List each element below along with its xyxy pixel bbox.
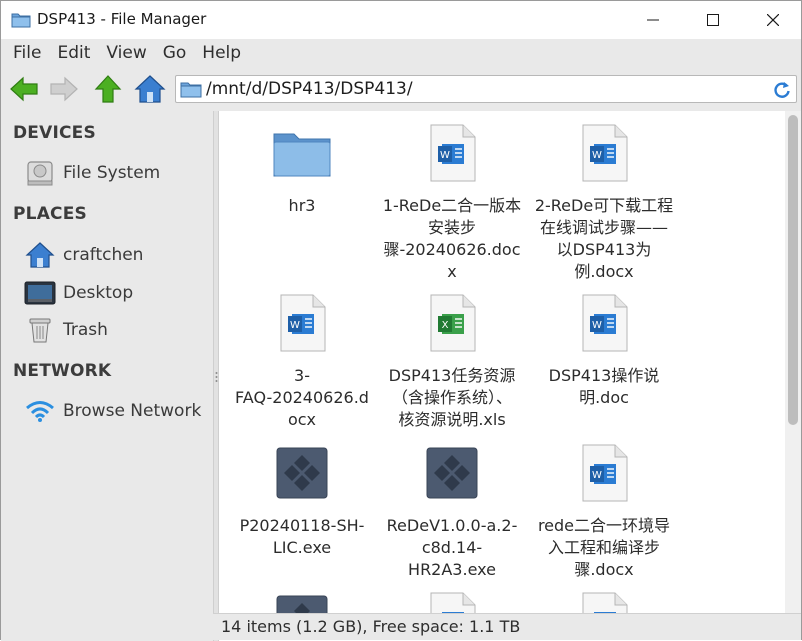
trash-icon (23, 314, 57, 346)
reload-icon[interactable] (772, 80, 792, 100)
desktop-icon (23, 277, 57, 309)
menu-bar: File Edit View Go Help (1, 39, 801, 67)
wifi-icon (23, 395, 57, 427)
toolbar: /mnt/d/DSP413/DSP413/ (1, 67, 801, 111)
word-document-icon: W (270, 291, 334, 355)
folder-icon (270, 121, 334, 185)
minimize-icon (647, 19, 659, 21)
sidebar-header-devices: DEVICES (13, 123, 96, 143)
file-icon-view: hr3 W 1-ReDe二合一版本 安装步 骤-20240626.doc x W 2-R… (219, 111, 785, 613)
menu-help[interactable]: Help (194, 43, 249, 63)
file-name: P20240118-SH- LIC.exe (239, 516, 365, 557)
sidebar-item-craftchen[interactable]: craftchen (23, 239, 209, 271)
sidebar-item-browse-network[interactable]: Browse Network (23, 395, 209, 427)
word-document-icon: W (572, 589, 636, 613)
file-item[interactable] (227, 589, 377, 613)
sidebar-item-label: Desktop (63, 283, 134, 303)
file-item[interactable]: ReDeV1.0.0-a.2- c8d.14- HR2A3.exe (377, 441, 527, 581)
menu-view[interactable]: View (98, 43, 154, 63)
maximize-icon (707, 14, 719, 26)
close-button[interactable] (743, 1, 802, 39)
file-item[interactable]: W (377, 589, 527, 613)
location-folder-icon (180, 81, 202, 98)
file-name: DSP413任务资源 （含操作系统）、 核资源说明.xls (388, 366, 516, 429)
file-item[interactable]: Wrede二合一环境导 入工程和编译步 骤.docx (529, 441, 679, 581)
file-name: 1-ReDe二合一版本 安装步 骤-20240626.doc x (382, 196, 522, 281)
menu-edit[interactable]: Edit (49, 43, 98, 63)
location-bar[interactable]: /mnt/d/DSP413/DSP413/ (175, 75, 797, 103)
status-bar: 14 items (1.2 GB), Free space: 1.1 TB (213, 613, 801, 640)
sidebar-item-label: File System (63, 163, 161, 183)
sidebar: DEVICES File System PLACES craftchen Des… (1, 111, 213, 641)
word-document-icon: W (420, 589, 484, 613)
vertical-scrollbar[interactable] (785, 111, 801, 613)
word-document-icon: W (420, 121, 484, 185)
svg-text:W: W (290, 320, 300, 331)
executable-icon (270, 441, 334, 505)
sidebar-item-trash[interactable]: Trash (23, 314, 209, 346)
title-bar: DSP413 - File Manager (1, 1, 801, 39)
sidebar-item-desktop[interactable]: Desktop (23, 277, 209, 309)
up-button[interactable] (91, 73, 125, 105)
back-button[interactable] (7, 73, 41, 105)
minimize-button[interactable] (623, 1, 683, 39)
window-title: DSP413 - File Manager (37, 10, 207, 28)
home-button[interactable] (133, 73, 167, 105)
executable-icon (270, 589, 334, 613)
home-folder-icon (23, 239, 57, 271)
file-item[interactable]: X DSP413任务资源 （含操作系统）、 核资源说明.xls (377, 291, 527, 431)
file-item[interactable]: W DSP413操作说 明.doc (529, 291, 679, 409)
sidebar-item-file-system[interactable]: File System (23, 157, 209, 189)
back-arrow-icon (10, 76, 38, 102)
file-name: 2-ReDe可下载工程 在线调试步骤—— 以DSP413为 例.docx (534, 196, 674, 281)
menu-go[interactable]: Go (155, 43, 195, 63)
file-name: hr3 (288, 196, 316, 215)
svg-text:W: W (592, 470, 602, 481)
forward-arrow-icon (50, 76, 78, 102)
file-item[interactable]: W (529, 589, 679, 613)
file-item[interactable]: W 3- FAQ-20240626.d ocx (227, 291, 377, 431)
svg-text:W: W (592, 150, 602, 161)
file-name: 3- FAQ-20240626.d ocx (235, 366, 369, 429)
word-document-icon: W (572, 121, 636, 185)
file-item[interactable]: P20240118-SH- LIC.exe (227, 441, 377, 559)
file-item[interactable]: hr3 (227, 121, 377, 217)
excel-spreadsheet-icon: X (420, 291, 484, 355)
file-name: DSP413操作说 明.doc (548, 366, 660, 407)
grip-icon (215, 372, 218, 382)
up-arrow-icon (94, 75, 122, 103)
word-document-icon: W (572, 291, 636, 355)
close-icon (767, 14, 779, 26)
file-name: rede二合一环境导 入工程和编译步 骤.docx (537, 516, 671, 579)
drive-icon (23, 157, 57, 189)
svg-text:W: W (592, 320, 602, 331)
forward-button[interactable] (47, 73, 81, 105)
word-document-icon: W (572, 441, 636, 505)
svg-text:W: W (440, 150, 450, 161)
location-path[interactable]: /mnt/d/DSP413/DSP413/ (206, 79, 413, 99)
maximize-button[interactable] (683, 1, 743, 39)
sidebar-item-label: Browse Network (63, 401, 202, 421)
executable-icon (420, 441, 484, 505)
sidebar-header-places: PLACES (13, 204, 87, 224)
folder-icon (11, 12, 31, 28)
menu-file[interactable]: File (5, 43, 49, 63)
file-name: ReDeV1.0.0-a.2- c8d.14- HR2A3.exe (386, 516, 518, 579)
sidebar-header-network: NETWORK (13, 361, 112, 381)
svg-text:X: X (442, 320, 449, 331)
sidebar-item-label: craftchen (63, 245, 144, 265)
file-item[interactable]: W 2-ReDe可下载工程 在线调试步骤—— 以DSP413为 例.docx (529, 121, 679, 283)
status-text: 14 items (1.2 GB), Free space: 1.1 TB (221, 617, 521, 636)
home-icon (134, 75, 166, 103)
sidebar-item-label: Trash (63, 320, 108, 340)
file-manager-window: DSP413 - File Manager File Edit View Go … (0, 0, 802, 641)
file-item[interactable]: W 1-ReDe二合一版本 安装步 骤-20240626.doc x (377, 121, 527, 283)
scrollbar-thumb[interactable] (788, 115, 798, 425)
